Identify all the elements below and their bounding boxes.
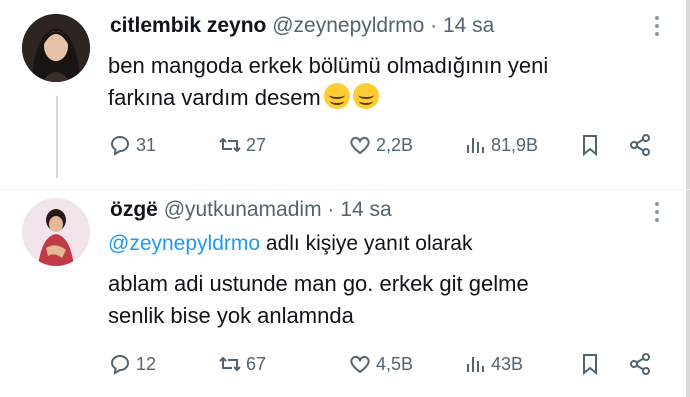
heart-icon	[350, 355, 370, 374]
share-icon	[630, 353, 650, 375]
display-name[interactable]: özgë	[110, 198, 158, 221]
smiling-face-icon	[352, 83, 379, 109]
avatar[interactable]	[22, 14, 90, 82]
share-button[interactable]	[628, 352, 656, 376]
bookmark-icon	[583, 354, 597, 376]
action-bar: 31 27 2,2B 81,9B	[108, 133, 668, 163]
like-button[interactable]: 4,5B	[348, 352, 413, 376]
retweet-icon	[219, 137, 241, 153]
view-count: 81,9B	[491, 134, 539, 155]
timestamp[interactable]: 14 sa	[340, 198, 391, 221]
replied-user-link[interactable]: @zeynepyldrmo	[108, 232, 260, 255]
reply-count: 12	[136, 353, 157, 374]
more-options-icon[interactable]	[654, 202, 660, 226]
timestamp[interactable]: 14 sa	[443, 14, 494, 37]
tweet-text-line: senlik bise yok anlamnda	[108, 303, 354, 328]
tweet-text: ablam adi ustunde man go. erkek git gelm…	[108, 268, 668, 332]
user-handle[interactable]: @zeynepyldrmo	[272, 14, 424, 37]
heart-icon	[350, 136, 370, 155]
reply-button[interactable]: 12	[108, 352, 156, 376]
retweet-count: 67	[246, 353, 267, 374]
action-bar: 12 67 4,5B 43B	[108, 352, 668, 382]
reply-count: 31	[136, 134, 157, 155]
tweet-text-line: farkına vardım desem	[108, 85, 321, 110]
reply-icon	[110, 136, 129, 156]
display-name[interactable]: citlembik zeyno	[110, 14, 266, 37]
replying-to-label: adlı kişiye yanıt olarak	[265, 232, 473, 255]
user-handle[interactable]: @yutkunamadim	[164, 198, 322, 221]
more-options-icon[interactable]	[654, 16, 660, 40]
retweet-button[interactable]: 27	[218, 133, 266, 157]
like-count: 4,5B	[376, 353, 414, 374]
like-count: 2,2B	[376, 134, 414, 155]
tweet-reply[interactable]: özgë @yutkunamadim · 14 sa @zeynepyldrmo…	[0, 190, 690, 397]
separator: ·	[430, 14, 438, 37]
reply-icon	[110, 355, 129, 375]
like-button[interactable]: 2,2B	[348, 133, 413, 157]
tweet-header: özgë @yutkunamadim · 14 sa	[110, 198, 392, 222]
tweet-text-line: ablam adi ustunde man go. erkek git gelm…	[108, 271, 529, 296]
tweet-header: citlembik zeyno @zeynepyldrmo · 14 sa	[110, 14, 494, 38]
view-count: 43B	[491, 353, 524, 374]
views-icon	[467, 357, 484, 372]
separator: ·	[327, 198, 335, 221]
tweet-text: ben mangoda erkek bölümü olmadığının yen…	[108, 50, 668, 114]
retweet-icon	[219, 356, 241, 372]
thread-connector	[56, 96, 58, 178]
tweet-original[interactable]: citlembik zeyno @zeynepyldrmo · 14 sa be…	[0, 0, 690, 190]
replying-to: @zeynepyldrmo adlı kişiye yanıt olarak	[108, 232, 473, 256]
retweet-button[interactable]: 67	[218, 352, 266, 376]
reply-button[interactable]: 31	[108, 133, 156, 157]
retweet-count: 27	[246, 134, 267, 155]
tweet-text-line: ben mangoda erkek bölümü olmadığının yen…	[108, 53, 549, 78]
views-icon	[467, 138, 484, 153]
bookmark-button[interactable]	[578, 133, 606, 157]
share-button[interactable]	[628, 133, 656, 157]
views-button[interactable]: 81,9B	[463, 133, 538, 157]
avatar[interactable]	[22, 198, 90, 266]
smiling-face-icon	[323, 83, 350, 109]
bookmark-button[interactable]	[578, 352, 606, 376]
views-button[interactable]: 43B	[463, 352, 523, 376]
share-icon	[630, 134, 650, 156]
bookmark-icon	[583, 135, 597, 157]
